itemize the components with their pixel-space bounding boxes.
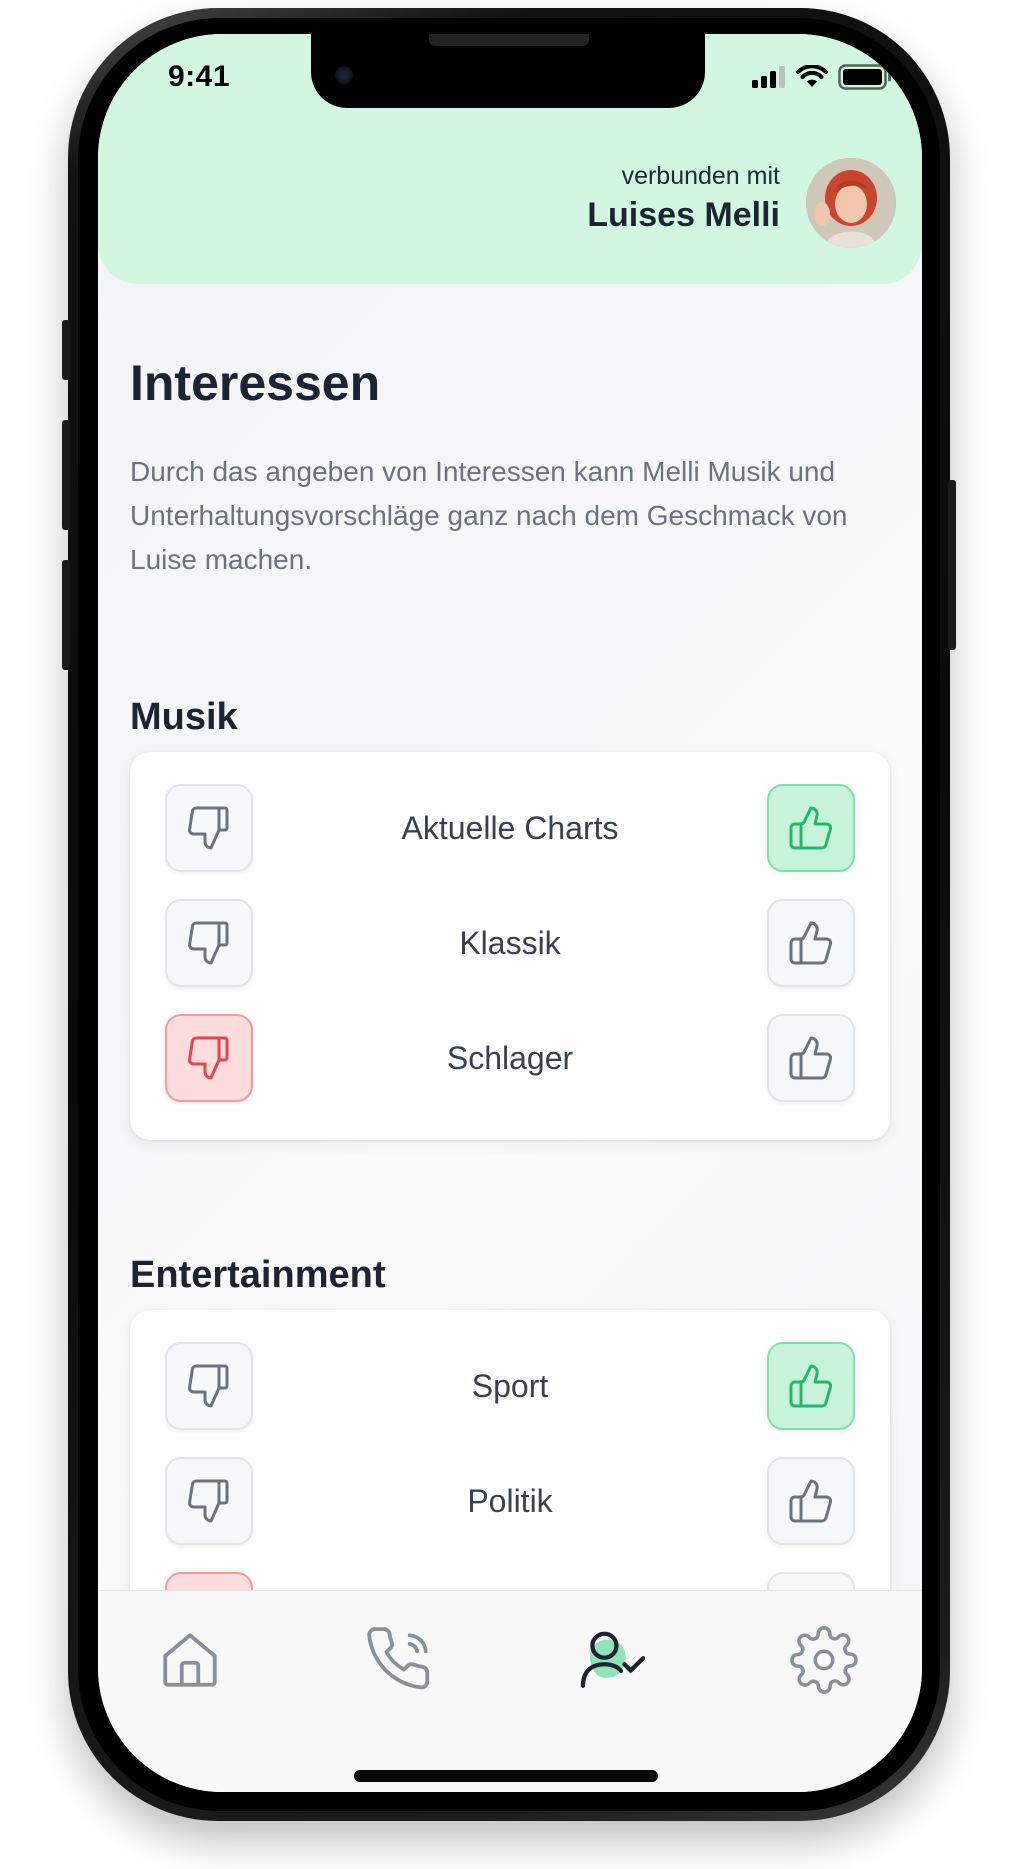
nav-calls[interactable] <box>356 1615 446 1705</box>
wifi-icon <box>796 65 828 87</box>
power-button <box>948 480 956 650</box>
thumbs-down-icon <box>188 1479 229 1523</box>
nav-home[interactable] <box>145 1615 235 1705</box>
interest-label: Aktuelle Charts <box>401 810 619 846</box>
thumbs-down-icon <box>188 921 229 965</box>
nav-profile[interactable] <box>568 1615 658 1705</box>
home-icon <box>163 1633 217 1687</box>
app-screen: 9:41 verbunden mit Luises Melli Interess… <box>98 34 922 1792</box>
interest-row: Sport <box>130 1342 890 1430</box>
like-button[interactable] <box>767 1342 855 1430</box>
interest-row: Schlager <box>130 1014 890 1102</box>
thumbs-down-icon <box>188 806 229 850</box>
bottom-nav <box>98 1590 922 1792</box>
avatar[interactable] <box>806 158 896 248</box>
volume-up-button <box>62 420 70 530</box>
avatar-portrait <box>806 158 896 248</box>
dislike-button[interactable] <box>165 1014 253 1102</box>
thumbs-up-icon <box>789 1479 833 1523</box>
earpiece-speaker <box>429 34 589 46</box>
interest-card-musik: Aktuelle Charts Klassik Schlager <box>130 752 890 1140</box>
like-button[interactable] <box>767 1457 855 1545</box>
dislike-button[interactable] <box>165 899 253 987</box>
nav-settings[interactable] <box>779 1615 869 1705</box>
connected-label: verbunden mit <box>621 162 780 190</box>
thumbs-up-icon <box>789 921 833 965</box>
cellular-signal-icon <box>752 66 785 88</box>
connected-device-name: Luises Melli <box>587 196 780 234</box>
section-title-musik: Musik <box>130 696 238 738</box>
mute-switch <box>62 320 70 380</box>
thumbs-up-icon <box>789 806 833 850</box>
thumbs-up-icon <box>789 1036 833 1080</box>
dislike-button[interactable] <box>165 784 253 872</box>
notch <box>311 34 705 108</box>
section-title-entertainment: Entertainment <box>130 1254 386 1296</box>
thumbs-down-icon <box>188 1036 229 1080</box>
status-icons <box>752 64 892 90</box>
battery-icon <box>838 64 891 90</box>
interest-row: Klassik <box>130 899 890 987</box>
interest-row: Politik <box>130 1457 890 1545</box>
page-title: Interessen <box>130 355 381 411</box>
status-time: 9:41 <box>168 60 231 93</box>
interest-label: Schlager <box>446 1040 574 1076</box>
like-button[interactable] <box>767 1014 855 1102</box>
page-description: Durch das angeben von Interessen kann Me… <box>130 456 848 575</box>
thumbs-down-icon <box>188 1364 229 1408</box>
interest-label: Sport <box>471 1368 549 1404</box>
user-check-icon <box>580 1631 646 1688</box>
interest-row: Aktuelle Charts <box>130 784 890 872</box>
thumbs-up-icon <box>789 1364 833 1408</box>
gear-icon <box>790 1626 858 1694</box>
like-button[interactable] <box>767 784 855 872</box>
interest-label: Politik <box>467 1483 553 1519</box>
dislike-button[interactable] <box>165 1342 253 1430</box>
interest-label: Klassik <box>459 925 561 961</box>
phone-call-icon <box>367 1627 430 1690</box>
dislike-button[interactable] <box>165 1457 253 1545</box>
front-camera <box>335 66 353 84</box>
volume-down-button <box>62 560 70 670</box>
like-button[interactable] <box>767 899 855 987</box>
home-indicator[interactable] <box>354 1770 658 1782</box>
